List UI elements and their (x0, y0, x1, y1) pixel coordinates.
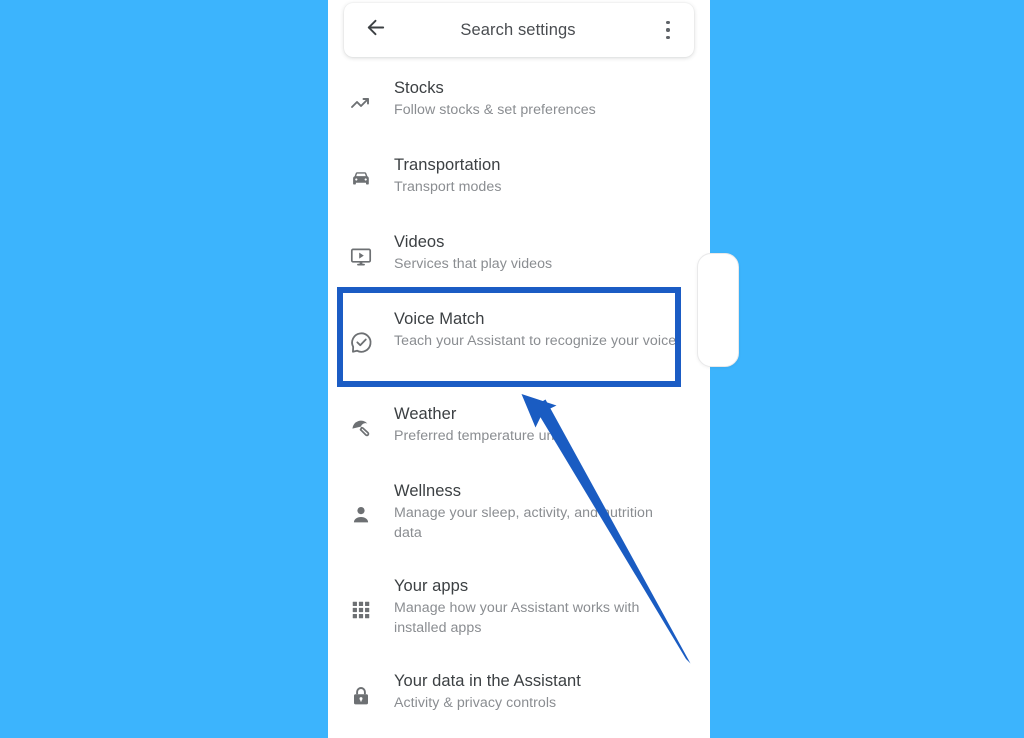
voice-match-check-icon (328, 329, 394, 356)
settings-item-subtitle: Preferred temperature unit (394, 428, 562, 444)
settings-item-subtitle: Transport modes (394, 179, 502, 195)
settings-item-subtitle: Teach your Assistant to recognize your v… (394, 333, 677, 349)
settings-item-wellness[interactable]: Wellness Manage your sleep, activity, an… (328, 467, 710, 562)
settings-item-text: Transportation Transport modes (394, 141, 688, 198)
apps-grid-icon (328, 599, 394, 621)
app-panel: Search settings Stocks Follow stocks & s… (328, 0, 710, 738)
lock-icon (328, 684, 394, 708)
video-monitor-icon (328, 245, 394, 269)
settings-item-subtitle: Services that play videos (394, 256, 553, 272)
search-bar-title: Search settings (460, 20, 576, 39)
settings-item-videos[interactable]: Videos Services that play videos (328, 218, 710, 295)
settings-item-title: Your apps (394, 577, 469, 595)
settings-item-text: Wellness Manage your sleep, activity, an… (394, 467, 688, 543)
settings-item-weather[interactable]: Weather Preferred temperature unit (328, 390, 710, 467)
settings-item-text: Voice Match Teach your Assistant to reco… (394, 295, 688, 352)
screenshot-root: Search settings Stocks Follow stocks & s… (0, 0, 1024, 738)
car-icon (328, 168, 394, 192)
settings-item-your-apps[interactable]: Your apps Manage how your Assistant work… (328, 562, 710, 657)
arrow-left-icon (364, 16, 387, 44)
settings-item-text: Your apps Manage how your Assistant work… (394, 562, 688, 638)
settings-item-transportation[interactable]: Transportation Transport modes (328, 141, 710, 218)
settings-item-voice-match[interactable]: Voice Match Teach your Assistant to reco… (328, 295, 710, 390)
more-vertical-icon (666, 19, 670, 42)
settings-item-your-data[interactable]: Your data in the Assistant Activity & pr… (328, 657, 710, 734)
settings-item-title: Transportation (394, 156, 501, 174)
settings-item-stocks[interactable]: Stocks Follow stocks & set preferences (328, 64, 710, 141)
settings-item-title: Stocks (394, 79, 444, 97)
settings-item-text: Videos Services that play videos (394, 218, 688, 275)
trending-up-icon (328, 91, 394, 115)
settings-item-subtitle: Manage how your Assistant works with ins… (394, 600, 640, 636)
settings-item-text: Stocks Follow stocks & set preferences (394, 64, 688, 121)
overflow-menu-button[interactable] (646, 7, 690, 53)
beach-umbrella-icon (328, 417, 394, 441)
person-icon (328, 503, 394, 527)
settings-item-title: Voice Match (394, 310, 485, 328)
settings-item-title: Wellness (394, 482, 462, 500)
settings-item-text: Your data in the Assistant Activity & pr… (394, 657, 688, 714)
settings-item-subtitle: Manage your sleep, activity, and nutriti… (394, 505, 653, 541)
settings-item-title: Your data in the Assistant (394, 672, 581, 690)
settings-item-subtitle: Activity & privacy controls (394, 695, 557, 711)
settings-item-title: Videos (394, 233, 445, 251)
settings-item-title: Weather (394, 405, 457, 423)
search-settings-bar[interactable]: Search settings (344, 3, 694, 57)
settings-item-text: Weather Preferred temperature unit (394, 390, 688, 447)
settings-item-subtitle: Follow stocks & set preferences (394, 102, 596, 118)
settings-list: Stocks Follow stocks & set preferences T… (328, 64, 710, 734)
